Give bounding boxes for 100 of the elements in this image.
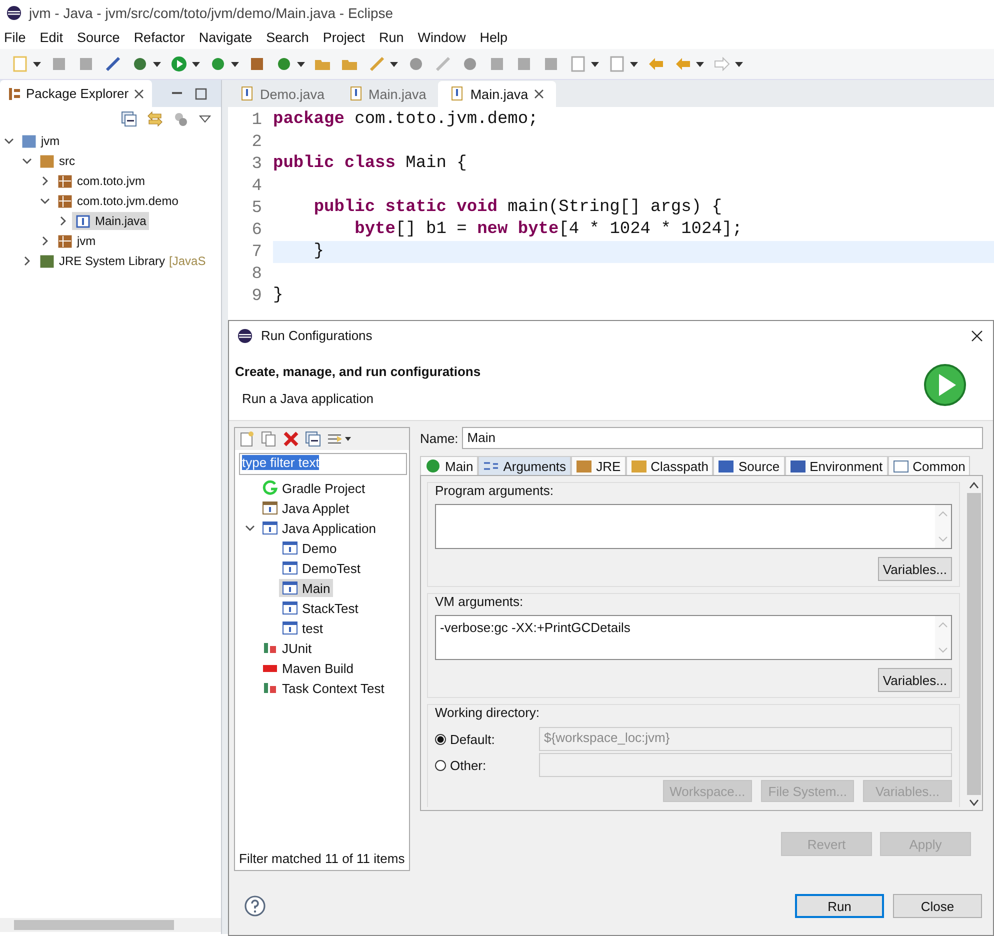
menu-item[interactable]: Edit [40,30,64,44]
java-file-icon [450,86,464,102]
radio-label: Other: [450,758,488,772]
close-icon[interactable] [134,88,144,98]
delete-icon[interactable] [283,431,299,447]
expand-toggle-icon[interactable] [58,216,68,226]
dropdown-arrow-icon[interactable] [33,62,41,66]
gears-icon[interactable] [173,111,189,127]
configuration-item[interactable]: Task Context Test [259,679,388,697]
menu-item[interactable]: Project [322,30,365,44]
dropdown-arrow-icon[interactable] [735,62,743,66]
dropdown-arrow-icon[interactable] [297,62,305,66]
tree-item[interactable]: Main.java [72,212,150,230]
radio-button[interactable] [435,734,446,744]
application-icon [262,520,278,536]
dropdown-arrow-icon[interactable] [630,62,638,66]
configuration-item[interactable]: Java Application [259,519,379,537]
scroll-up-icon[interactable] [969,482,979,489]
run-button[interactable]: Run [795,894,884,918]
new-configuration-icon[interactable] [239,431,255,447]
scrollbar-thumb[interactable] [967,493,981,795]
expand-toggle-icon[interactable] [22,156,32,166]
tree-item[interactable]: jvm [18,132,63,150]
name-field[interactable]: Main [462,427,983,449]
expand-toggle-icon[interactable] [245,523,255,533]
close-button[interactable]: Close [893,894,982,918]
radio-button[interactable] [435,760,446,770]
tree-item[interactable]: com.toto.jvm.demo [54,192,182,210]
package-explorer-tab[interactable]: Package Explorer [0,80,152,107]
menu-item[interactable]: File [4,30,26,44]
expand-toggle-icon[interactable] [40,196,50,206]
scroll-down-icon[interactable] [969,799,979,806]
dropdown-arrow-icon[interactable] [390,62,398,66]
expand-toggle-icon[interactable] [4,136,14,146]
box-icon[interactable] [248,55,266,73]
junit-icon [262,640,278,656]
configuration-item[interactable]: test [279,619,326,637]
line-number: 9 [250,286,262,306]
table-icon [892,459,909,473]
dropdown-arrow-icon[interactable] [153,62,161,66]
config-tab[interactable]: Arguments [478,456,572,475]
eclipse-logo-icon [6,4,22,20]
dropdown-arrow-icon[interactable] [696,62,704,66]
code-line: public static void main(String[] args) { [312,198,722,217]
tree-item[interactable]: com.toto.jvm [54,172,148,190]
java-file-icon [240,86,254,102]
editor-tab[interactable]: Demo.java [228,81,337,107]
configuration-item[interactable]: Demo [279,539,340,557]
line-number: 5 [250,198,262,218]
dropdown-arrow-icon[interactable] [231,62,239,66]
menu-item[interactable]: Search [266,30,309,44]
editor-tab[interactable]: Main.java [336,81,438,107]
line-number: 3 [250,154,262,174]
configuration-item[interactable]: Main [279,579,334,597]
expand-toggle-icon[interactable] [22,256,32,266]
line-number: 4 [250,176,262,196]
maximize-icon[interactable] [195,88,207,100]
configuration-item[interactable]: DemoTest [279,559,364,577]
tree-item[interactable]: jvm [54,232,99,250]
variables-button[interactable]: Variables... [878,668,952,692]
configuration-item[interactable]: JUnit [259,639,315,657]
config-tab[interactable]: JRE [571,456,626,475]
junit-icon [262,680,278,696]
tree-item[interactable]: src [36,152,78,170]
config-tab[interactable]: Environment [784,456,888,475]
dropdown-arrow-icon[interactable] [192,62,200,66]
help-icon[interactable] [244,895,266,917]
config-tab[interactable]: Main [420,456,478,475]
menu-item[interactable]: Help [480,30,508,44]
variables-button[interactable]: Variables... [878,557,952,581]
duplicate-icon[interactable] [261,431,277,447]
expand-toggle-icon[interactable] [40,176,50,186]
collapse-all-icon[interactable] [121,111,137,127]
config-tab[interactable]: Classpath [626,456,714,475]
menu-item[interactable]: Window [418,30,466,44]
config-tab[interactable]: Common [888,456,970,475]
configuration-item[interactable]: Maven Build [259,659,357,677]
menu-item[interactable]: Refactor [134,30,185,44]
configuration-item[interactable]: Gradle Project [259,479,368,497]
view-menu-icon[interactable] [199,115,211,123]
run-icon[interactable] [170,55,188,73]
configuration-item[interactable]: StackTest [279,599,362,617]
menu-item[interactable]: Source [77,30,120,44]
scrollbar-thumb[interactable] [14,920,174,930]
close-icon[interactable] [534,89,544,99]
dropdown-arrow-icon[interactable] [591,62,599,66]
collapse-all-icon[interactable] [305,431,321,447]
link-icon[interactable] [147,111,163,127]
expand-toggle-icon[interactable] [40,236,50,246]
configuration-item[interactable]: Java Applet [259,499,352,517]
package-icon [57,173,73,189]
close-icon[interactable] [971,330,983,342]
menu-item[interactable]: Run [378,30,404,44]
config-tab[interactable]: Source [713,456,785,475]
filter-field[interactable]: type filter text [239,453,407,475]
editor-tab[interactable]: Main.java [438,81,556,107]
menu-item[interactable]: Navigate [198,30,252,44]
directory-field[interactable] [539,753,952,777]
tree-item[interactable]: JRE System Library [JavaS [36,252,209,270]
line-number: 6 [250,220,262,240]
